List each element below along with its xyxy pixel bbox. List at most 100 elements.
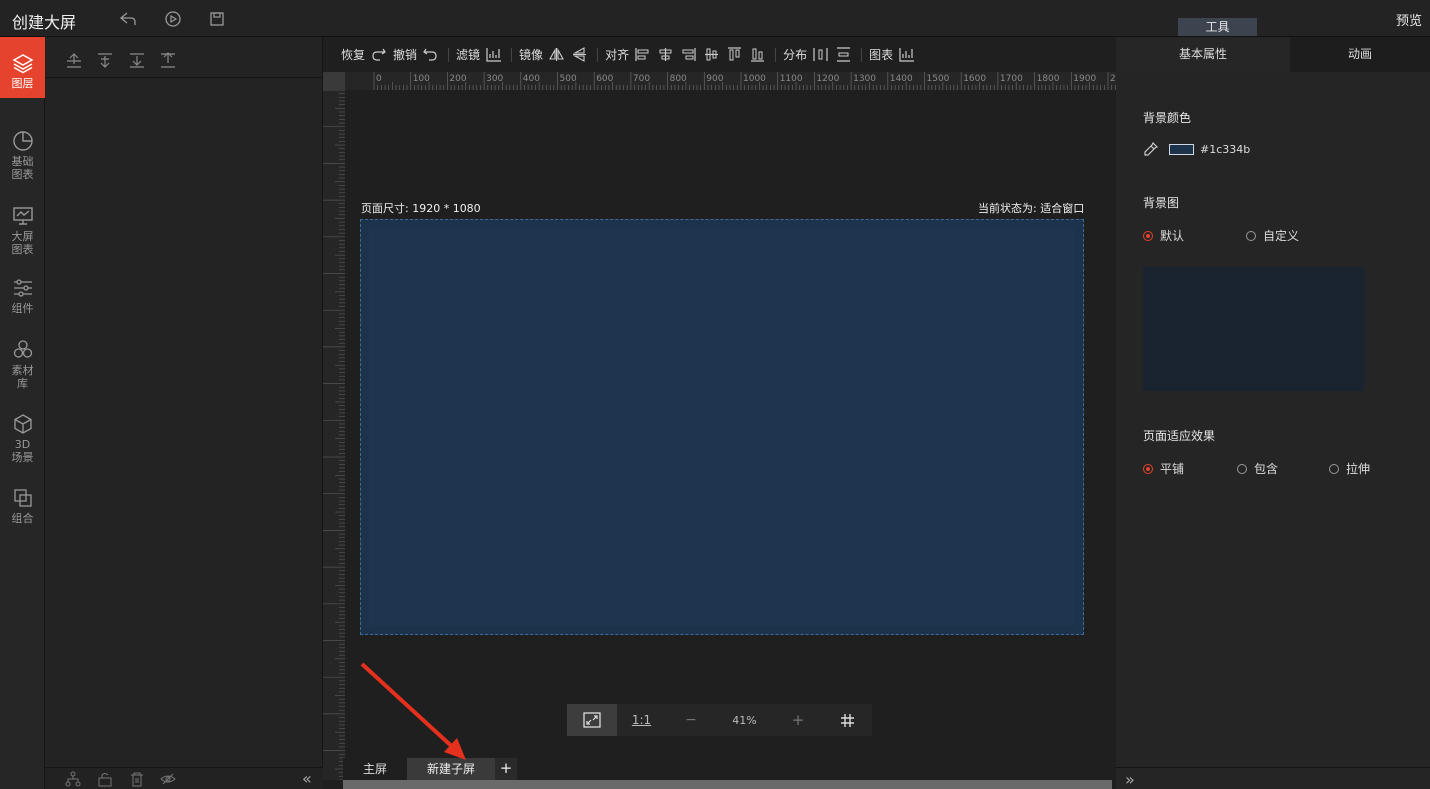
- nav-label: 组合: [11, 512, 34, 525]
- ruler-label: 300: [486, 74, 503, 84]
- tab-animation[interactable]: 动画: [1290, 37, 1430, 72]
- sliders-icon: [13, 279, 32, 297]
- grid-toggle-button[interactable]: [823, 704, 872, 736]
- page-title: 创建大屏: [12, 13, 77, 32]
- nav-item-group[interactable]: 组合: [0, 487, 45, 525]
- flip-vertical-icon[interactable]: [571, 46, 588, 63]
- move-to-bottom-icon[interactable]: [159, 51, 177, 69]
- actual-size-button[interactable]: 1:1: [617, 704, 666, 736]
- hide-icon[interactable]: [160, 771, 176, 787]
- undo-icon[interactable]: [422, 46, 439, 63]
- bg-image-title: 背景图: [1143, 196, 1180, 210]
- radio-custom[interactable]: 自定义: [1246, 227, 1299, 244]
- toolbar-divider: [597, 47, 599, 62]
- ruler-label: 100: [413, 74, 430, 84]
- ruler-label: 800: [670, 74, 687, 84]
- eyedropper-icon[interactable]: [1143, 141, 1159, 157]
- ruler-ticks: [323, 90, 345, 780]
- radio-label: 平铺: [1160, 462, 1185, 476]
- ruler-label: 900: [706, 74, 723, 84]
- back-icon[interactable]: [118, 9, 138, 29]
- hexagons-icon: [13, 340, 32, 358]
- fit-mode-options: 平铺 包含 拉伸: [1143, 460, 1370, 477]
- preview-button[interactable]: 预览: [1396, 10, 1422, 29]
- nav-label: 基础图表: [11, 155, 34, 181]
- trash-icon[interactable]: [129, 771, 145, 787]
- redo-button[interactable]: 恢复: [341, 46, 365, 63]
- nav-item-layers[interactable]: 图层: [0, 37, 45, 98]
- distribute-horizontal-icon[interactable]: [812, 46, 829, 63]
- ruler-label: 1800: [1037, 74, 1060, 84]
- zoom-in-button[interactable]: +: [773, 704, 823, 736]
- radio-tile[interactable]: 平铺: [1143, 460, 1237, 477]
- radio-label: 自定义: [1263, 229, 1300, 243]
- collapse-left-panel-icon[interactable]: «: [302, 769, 312, 788]
- radio-default[interactable]: 默认: [1143, 227, 1246, 244]
- distribute-vertical-icon[interactable]: [835, 46, 852, 63]
- tab-basic-properties[interactable]: 基本属性: [1116, 37, 1290, 72]
- ruler-label: 1300: [853, 74, 876, 84]
- nav-label: 图层: [11, 77, 34, 90]
- flip-horizontal-icon[interactable]: [548, 46, 565, 63]
- save-icon[interactable]: [207, 9, 227, 29]
- ruler-label: 1500: [927, 74, 950, 84]
- monitor-chart-icon: [12, 207, 33, 225]
- radio-dot: [1246, 230, 1256, 241]
- nav-label: 大屏图表: [11, 230, 34, 256]
- align-top-icon[interactable]: [726, 46, 743, 63]
- pie-chart-icon: [12, 131, 33, 151]
- move-down-icon[interactable]: [128, 51, 146, 69]
- undo-button[interactable]: 撤销: [393, 46, 417, 63]
- bg-image-preview[interactable]: [1143, 267, 1364, 391]
- zoom-out-button[interactable]: −: [666, 704, 716, 736]
- tools-tab[interactable]: 工具: [1178, 18, 1257, 36]
- align-center-h-icon[interactable]: [657, 46, 674, 63]
- align-button[interactable]: 对齐: [605, 46, 629, 63]
- align-bottom-icon[interactable]: [749, 46, 766, 63]
- radio-stretch[interactable]: 拉伸: [1329, 460, 1370, 477]
- ruler-label: 1400: [890, 74, 913, 84]
- lock-icon[interactable]: [97, 771, 113, 787]
- chart-icon[interactable]: [898, 46, 915, 63]
- layer-toolbar: [45, 37, 323, 78]
- tab-main-screen[interactable]: 主屏: [343, 758, 408, 780]
- distribute-button[interactable]: 分布: [783, 46, 807, 63]
- move-up-icon[interactable]: [96, 51, 114, 69]
- screen-canvas[interactable]: [360, 219, 1084, 635]
- mirror-button[interactable]: 镜像: [519, 46, 543, 63]
- add-screen-button[interactable]: +: [495, 758, 518, 780]
- fit-mode-title: 页面适应效果: [1143, 429, 1216, 443]
- ruler-label: 1200: [816, 74, 839, 84]
- nav-item-materials[interactable]: 素材库: [0, 339, 45, 390]
- nav-item-screen-charts[interactable]: 大屏图表: [0, 205, 45, 256]
- fit-window-button[interactable]: [567, 704, 617, 736]
- chart-button[interactable]: 图表: [869, 46, 893, 63]
- nav-label: 3D场景: [11, 438, 34, 464]
- tab-new-sub-screen[interactable]: 新建子屏: [407, 758, 496, 780]
- layer-panel: [45, 37, 323, 789]
- top-bar: 创建大屏 工具 预览: [0, 0, 1430, 37]
- hierarchy-icon[interactable]: [65, 771, 81, 787]
- align-right-icon[interactable]: [680, 46, 697, 63]
- app-window: 创建大屏 工具 预览 图层 基础图表 大屏图表 组件 素材库 3D场景 组合 «…: [0, 0, 1430, 789]
- nav-item-3d-scene[interactable]: 3D场景: [0, 413, 45, 464]
- redo-icon[interactable]: [370, 46, 387, 63]
- radio-contain[interactable]: 包含: [1237, 460, 1329, 477]
- horizontal-scrollbar[interactable]: [343, 780, 1112, 789]
- radio-dot: [1143, 230, 1153, 241]
- properties-bottom-bar: »: [1116, 767, 1430, 789]
- align-center-v-icon[interactable]: [703, 46, 720, 63]
- expand-panel-icon[interactable]: »: [1125, 770, 1135, 789]
- properties-tabs: 基本属性 动画: [1116, 37, 1430, 72]
- filter-chart-icon[interactable]: [485, 46, 502, 63]
- play-icon[interactable]: [163, 9, 183, 29]
- align-left-icon[interactable]: [634, 46, 651, 63]
- bg-image-options: 默认 自定义: [1143, 227, 1299, 244]
- nav-item-components[interactable]: 组件: [0, 277, 45, 315]
- nav-item-basic-charts[interactable]: 基础图表: [0, 130, 45, 181]
- filter-button[interactable]: 滤镜: [456, 46, 480, 63]
- layers-icon: [11, 54, 34, 74]
- layer-bottom-bar: [45, 767, 323, 789]
- move-to-top-icon[interactable]: [65, 51, 83, 69]
- bg-color-swatch[interactable]: [1169, 143, 1194, 155]
